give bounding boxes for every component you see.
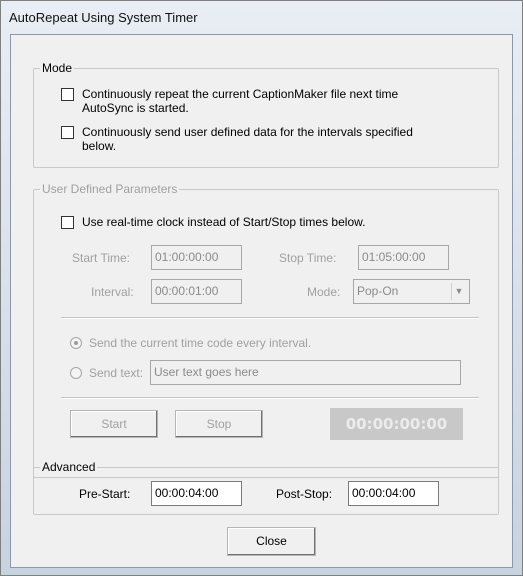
divider: [61, 317, 479, 319]
start-button[interactable]: Start: [70, 410, 158, 438]
start-time-field[interactable]: 01:00:00:00: [151, 245, 242, 270]
dialog-window: AutoRepeat Using System Timer Mode Conti…: [0, 0, 523, 576]
send-text-label: Send text:: [89, 366, 144, 380]
mode-label: Mode:: [307, 285, 341, 299]
mode-group: Mode Continuously repeat the current Cap…: [33, 61, 499, 168]
stop-time-label: Stop Time:: [279, 251, 337, 265]
repeat-file-checkbox[interactable]: [61, 88, 74, 101]
send-timecode-label: Send the current time code every interva…: [89, 336, 312, 350]
interval-field[interactable]: 00:00:01:00: [151, 279, 242, 304]
stop-time-field[interactable]: 01:05:00:00: [358, 245, 449, 270]
user-params-group: User Defined Parameters Use real-time cl…: [33, 182, 499, 478]
pre-start-field[interactable]: 00:00:04:00: [151, 481, 242, 506]
send-user-data-label-line1: Continuously send user defined data for …: [82, 125, 413, 139]
advanced-group: Advanced Pre-Start: 00:00:04:00 Post-Sto…: [33, 460, 499, 515]
pre-start-label: Pre-Start:: [79, 487, 131, 501]
send-user-data-checkbox[interactable]: [61, 126, 74, 139]
send-text-field[interactable]: User text goes here: [150, 360, 461, 385]
interval-label: Interval:: [91, 285, 134, 299]
dialog-client-area: Mode Continuously repeat the current Cap…: [10, 34, 513, 568]
stop-button[interactable]: Stop: [175, 410, 263, 438]
window-title: AutoRepeat Using System Timer: [9, 10, 198, 25]
send-text-radio[interactable]: [70, 367, 82, 379]
realtime-clock-label: Use real-time clock instead of Start/Sto…: [82, 215, 366, 229]
mode-legend: Mode: [40, 61, 75, 75]
start-time-label: Start Time:: [72, 251, 131, 265]
repeat-file-label-line1: Continuously repeat the current CaptionM…: [82, 87, 399, 101]
post-stop-field[interactable]: 00:00:04:00: [348, 481, 439, 506]
user-params-legend: User Defined Parameters: [40, 182, 180, 196]
realtime-clock-checkbox[interactable]: [61, 216, 74, 229]
divider: [61, 397, 479, 399]
post-stop-label: Post-Stop:: [276, 487, 333, 501]
close-button[interactable]: Close: [227, 527, 316, 556]
advanced-legend: Advanced: [40, 460, 98, 474]
send-timecode-radio[interactable]: [70, 337, 82, 349]
repeat-file-label-line2: AutoSync is started.: [82, 101, 189, 115]
send-user-data-label-line2: below.: [82, 139, 117, 153]
timecode-display: 00:00:00:00: [330, 408, 463, 440]
mode-select-value: Pop-On: [357, 284, 399, 298]
title-bar[interactable]: AutoRepeat Using System Timer: [1, 1, 522, 37]
chevron-down-icon[interactable]: ▼: [451, 283, 466, 300]
mode-select[interactable]: Pop-On ▼: [353, 279, 470, 304]
